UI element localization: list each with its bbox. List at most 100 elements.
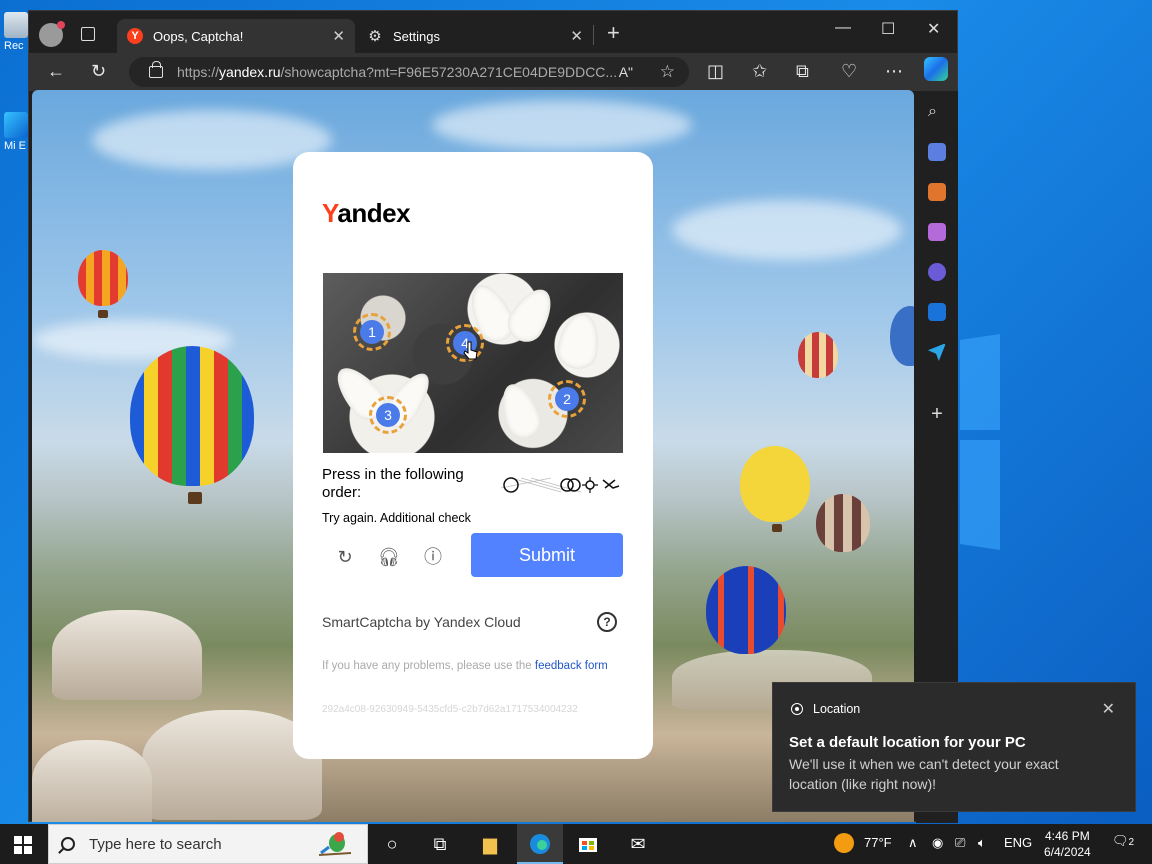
gear-icon: ⚙ (368, 28, 382, 45)
balloon (706, 566, 786, 654)
location-notification[interactable]: Location ✕ Set a default location for yo… (772, 682, 1136, 812)
favorite-star-icon[interactable]: ☆ (660, 62, 675, 82)
flower-petal (554, 309, 604, 373)
edge-shortcut-icon (4, 112, 28, 138)
read-aloud-icon[interactable]: Aʺ (619, 64, 633, 80)
weather-temp[interactable]: 77°F (864, 835, 892, 850)
order-sequence-image (501, 474, 621, 496)
maximize-button[interactable]: ☐ (881, 19, 895, 39)
tab-title: Oops, Captcha! (153, 28, 244, 44)
cloud (432, 100, 692, 150)
address-bar[interactable]: https://yandex.ru/showcaptcha?mt=F96E572… (129, 57, 689, 87)
profile-avatar[interactable] (39, 21, 65, 47)
new-tab-button[interactable]: + (593, 22, 620, 45)
captcha-image[interactable]: 1 4 3 2 (323, 273, 623, 453)
send-icon[interactable] (928, 343, 946, 361)
notification-title: Set a default location for your PC (789, 734, 1026, 751)
click-marker-3[interactable]: 3 (376, 403, 400, 427)
file-explorer-icon[interactable]: ▆ (478, 832, 502, 856)
games-icon[interactable] (928, 223, 946, 241)
language-indicator[interactable]: ENG (1004, 835, 1032, 850)
tab-bar: Y Oops, Captcha! ✕ ⚙ Settings ✕ + — ☐ ✕ (29, 11, 957, 53)
flower-petal (494, 378, 546, 444)
action-center-icon[interactable]: 🗨︎2 (1112, 833, 1134, 849)
close-tab-icon[interactable]: ✕ (332, 27, 345, 45)
provider-text: SmartCaptcha by Yandex Cloud (322, 614, 521, 630)
url-path: /showcaptcha?mt=F96E57230A271CE04DE9DDCC… (280, 64, 618, 80)
copilot-sidebar-icon[interactable] (928, 263, 946, 281)
cortana-icon[interactable]: ○ (380, 832, 404, 856)
close-tab-icon[interactable]: ✕ (570, 27, 583, 45)
edge-taskbar-icon[interactable] (528, 832, 552, 856)
store-icon[interactable] (576, 832, 600, 856)
copilot-icon[interactable] (924, 57, 948, 81)
lock-icon[interactable] (149, 61, 163, 78)
back-button[interactable]: ← (47, 61, 65, 81)
feedback-form-link[interactable]: feedback form (535, 660, 608, 672)
browser-essentials-icon[interactable]: ♡ (841, 61, 857, 81)
weather-icon[interactable] (834, 833, 854, 853)
more-menu-icon[interactable]: ⋯ (885, 61, 903, 81)
problems-text: If you have any problems, please use the… (322, 660, 608, 672)
toolbar: ← ↻ https://yandex.ru/showcaptcha?mt=F96… (29, 53, 957, 91)
click-marker-1[interactable]: 1 (360, 320, 384, 344)
captcha-card: Yandex 1 4 3 2 Press in the following or… (293, 152, 653, 759)
info-icon[interactable]: ⓘ (421, 545, 445, 569)
favorites-icon[interactable]: ✩ (752, 61, 767, 81)
desktop-icon-label: Mi E (4, 140, 26, 152)
close-window-button[interactable]: ✕ (927, 19, 940, 39)
balloon-basket (188, 492, 202, 504)
collections-icon[interactable]: ⧉ (796, 61, 809, 81)
balloon (130, 346, 254, 486)
meet-now-icon[interactable]: ◉ (932, 835, 943, 851)
shopping-tag-icon[interactable] (928, 143, 946, 161)
balloon (798, 332, 838, 378)
outlook-icon[interactable] (928, 303, 946, 321)
clock-date: 6/4/2024 (1044, 845, 1091, 859)
balloon (78, 250, 128, 306)
help-icon[interactable]: ? (597, 612, 617, 632)
balloon (816, 494, 870, 552)
desktop-icon-recycle-bin[interactable]: Rec (4, 12, 30, 52)
task-view-icon[interactable]: ⧉ (428, 832, 452, 856)
desktop-icon-edge[interactable]: Mi E (4, 112, 30, 152)
windows-logo-wallpaper (960, 334, 1000, 550)
network-icon[interactable]: ⎚ (955, 835, 965, 851)
mail-icon[interactable]: ✉ (626, 832, 650, 856)
balloon (890, 306, 914, 366)
yandex-logo: Yandex (322, 198, 411, 228)
refresh-captcha-icon[interactable]: ↻ (333, 545, 357, 569)
tools-icon[interactable] (928, 183, 946, 201)
volume-muted-icon[interactable]: 🔈︎ (978, 835, 986, 851)
add-sidebar-icon[interactable]: + (928, 404, 946, 424)
tab-settings[interactable]: ⚙ Settings ✕ (357, 19, 593, 53)
submit-button[interactable]: Submit (471, 533, 623, 577)
windows-logo-icon (14, 836, 22, 844)
request-id: 292a4c08-92630949-5435cfd5-c2b7d62a17175… (322, 704, 578, 715)
show-hidden-icons-chevron[interactable]: ∧ (908, 835, 918, 851)
tab-title: Settings (393, 28, 440, 44)
split-screen-icon[interactable]: ◫ (707, 61, 724, 81)
start-button[interactable] (14, 836, 32, 854)
recycle-bin-icon (4, 12, 28, 38)
notification-app: Location (791, 702, 860, 716)
taskbar-search[interactable]: Type here to search (48, 824, 368, 864)
click-marker-2[interactable]: 2 (555, 387, 579, 411)
location-icon (791, 703, 803, 715)
rock-formation (32, 740, 152, 822)
refresh-button[interactable]: ↻ (91, 61, 106, 81)
tab-actions-icon[interactable] (81, 27, 95, 41)
audio-captcha-icon[interactable]: 🎧︎ (377, 545, 401, 569)
minimize-button[interactable]: — (835, 19, 851, 37)
balloon (740, 446, 810, 522)
close-notification-icon[interactable]: ✕ (1102, 699, 1115, 719)
search-placeholder: Type here to search (89, 835, 222, 853)
tab-captcha[interactable]: Y Oops, Captcha! ✕ (117, 19, 355, 53)
search-highlight-bird-icon (318, 832, 352, 856)
notification-body: We'll use it when we can't detect your e… (789, 756, 1059, 792)
taskbar: Type here to search ○ ⧉ ▆ ✉ 77°F ∧ ◉ ⎚ 🔈… (0, 824, 1152, 864)
mouse-cursor-icon (463, 341, 478, 360)
search-icon[interactable]: ⌕ (928, 103, 946, 121)
clock[interactable]: 4:46 PM 6/4/2024 (1044, 828, 1091, 860)
captcha-prompt: Press in the following order: (322, 466, 464, 501)
